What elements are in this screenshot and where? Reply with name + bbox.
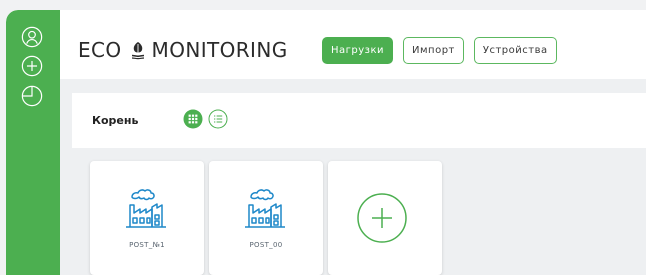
- nav-button-devices[interactable]: Устройства: [473, 37, 557, 64]
- breadcrumb-root[interactable]: Корень: [92, 114, 138, 127]
- factory-icon: [126, 189, 166, 228]
- main-nav: Нагрузки Импорт Устройства: [322, 37, 557, 64]
- leaf-icon: [131, 42, 144, 60]
- add-circle-icon[interactable]: [19, 53, 45, 79]
- logo-text-right: MONITORING: [151, 38, 288, 62]
- factory-icon: [245, 189, 285, 228]
- plus-circle-icon: [357, 193, 407, 243]
- list-view-icon[interactable]: [208, 109, 228, 129]
- pie-chart-icon[interactable]: [19, 83, 45, 109]
- toolbar-panel: Корень: [72, 93, 646, 148]
- nav-button-import[interactable]: Импорт: [403, 37, 464, 64]
- tile-label: POST_00: [249, 241, 283, 249]
- sidebar: [6, 10, 60, 275]
- nav-button-loads[interactable]: Нагрузки: [322, 37, 394, 64]
- device-tile-1[interactable]: POST_№1: [90, 161, 204, 275]
- top-header: ECO MONITORING Нагрузки Импорт Устройств…: [60, 10, 646, 79]
- user-icon[interactable]: [19, 24, 45, 50]
- app-window: ECO MONITORING Нагрузки Импорт Устройств…: [6, 10, 646, 275]
- app-logo: ECO MONITORING: [78, 38, 288, 62]
- tile-label: POST_№1: [129, 241, 165, 249]
- logo-text-left: ECO: [78, 38, 122, 62]
- device-tile-2[interactable]: POST_00: [209, 161, 323, 275]
- grid-view-icon[interactable]: [183, 109, 203, 129]
- add-device-tile[interactable]: [328, 161, 442, 275]
